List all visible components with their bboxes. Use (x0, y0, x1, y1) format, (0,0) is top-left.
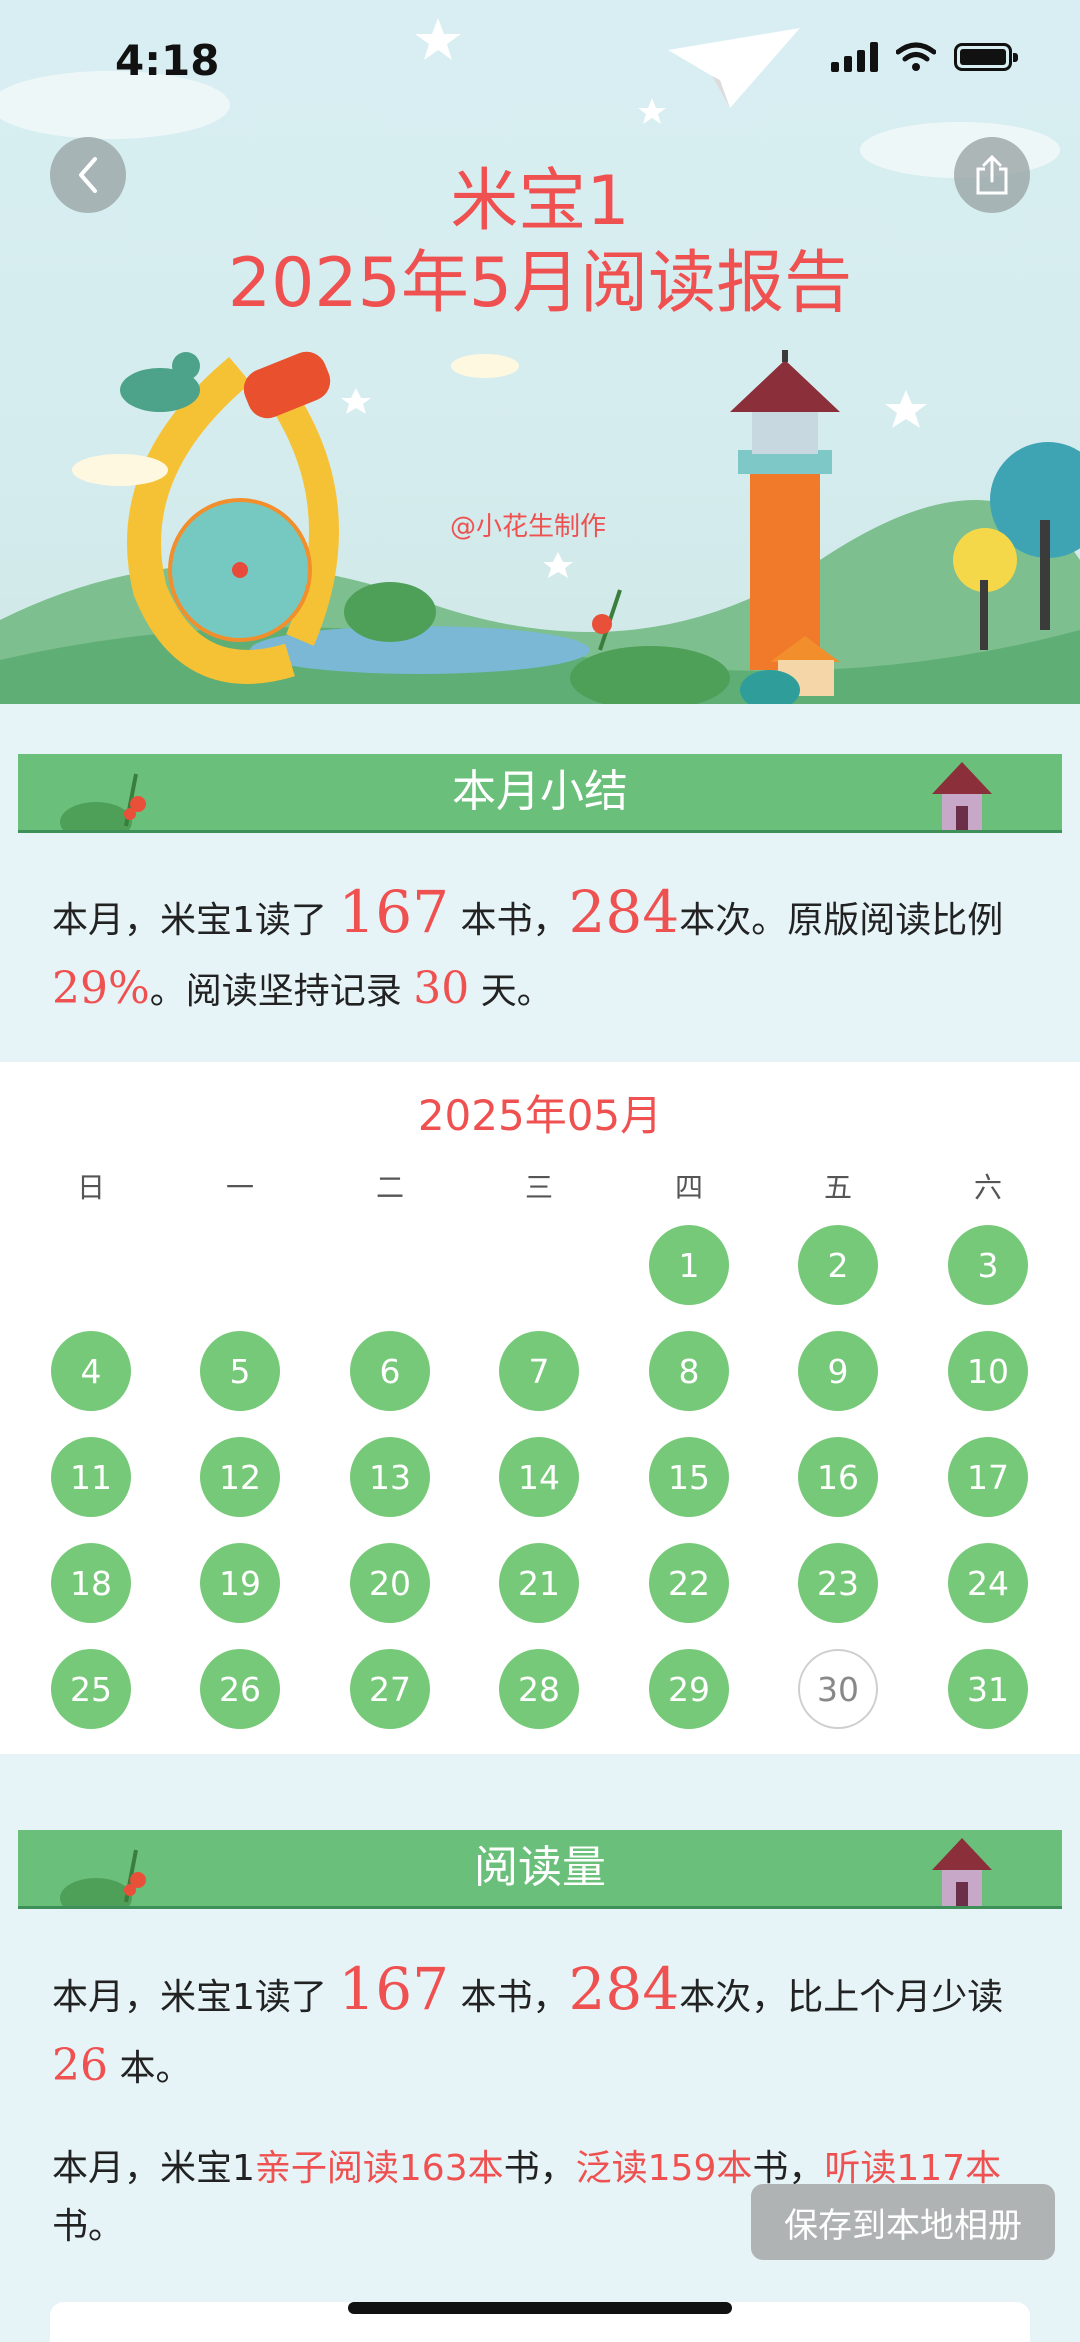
calendar-day[interactable]: 31 (948, 1649, 1028, 1729)
calendar-month-title: 2025年05月 (417, 1091, 663, 1140)
maker-credit: @小花生制作 (450, 512, 607, 542)
report-header-illustration: 4:18 米宝1 2025年5月阅读报告 @小花生制作 (0, 0, 1080, 704)
reading-volume-banner: 阅读量 (18, 1830, 1062, 1909)
calendar-day[interactable]: 6 (350, 1331, 430, 1411)
summary-books-count: 167 (338, 878, 450, 946)
tower-decoration-icon (932, 762, 992, 830)
tower-decoration-icon (932, 1838, 992, 1906)
calendar-day[interactable]: 12 (200, 1437, 280, 1517)
summary-text: 本月，米宝1读了 (52, 900, 339, 941)
weekday-label: 日 (76, 1171, 105, 1204)
summary-section-banner: 本月小结 (18, 754, 1062, 833)
calendar-day[interactable]: 7 (499, 1331, 579, 1411)
summary-heading: 本月小结 (452, 766, 628, 817)
fewer-books-count: 26 (52, 2040, 108, 2091)
summary-paragraph: 本月，米宝1读了 167 本书，284本次。原版阅读比例 29%。阅读坚持记录 3… (52, 878, 1032, 1026)
reading-text: 本书， (449, 1977, 569, 2018)
reading-text: 书。 (52, 2206, 125, 2247)
extensive-reading: 泛读159本 (575, 2148, 753, 2189)
calendar-day[interactable]: 20 (350, 1543, 430, 1623)
signal-icon (831, 42, 878, 72)
calendar-day[interactable]: 5 (200, 1331, 280, 1411)
calendar-day[interactable]: 26 (200, 1649, 280, 1729)
calendar-day[interactable]: 17 (948, 1437, 1028, 1517)
weekday-label: 二 (375, 1171, 404, 1204)
calendar-day[interactable]: 15 (649, 1437, 729, 1517)
header-illustration-art (0, 18, 1080, 704)
report-title-name: 米宝1 (450, 162, 630, 241)
calendar-day[interactable]: 27 (350, 1649, 430, 1729)
summary-text: 。阅读坚持记录 (149, 971, 414, 1012)
calendar-day[interactable]: 14 (499, 1437, 579, 1517)
calendar-day[interactable]: 19 (200, 1543, 280, 1623)
weekday-label: 五 (823, 1171, 852, 1204)
summary-text: 天。 (469, 971, 553, 1012)
reading-text: 本月，米宝1 (52, 2148, 255, 2189)
reading-text: 本次，比上个月少读 (679, 1977, 1004, 2018)
calendar-day[interactable]: 10 (948, 1331, 1028, 1411)
weekday-label: 一 (225, 1171, 254, 1204)
reading-text: 本月，米宝1读了 (52, 1977, 339, 2018)
calendar-day[interactable]: 21 (499, 1543, 579, 1623)
weekday-label: 三 (524, 1171, 553, 1204)
weekday-label: 六 (973, 1171, 1002, 1204)
summary-text: 本书， (449, 900, 569, 941)
calendar-day[interactable]: 11 (51, 1437, 131, 1517)
calendar-day[interactable]: 4 (51, 1331, 131, 1411)
original-ratio: 29% (52, 963, 150, 1014)
listen-reading: 听读117本 (824, 2148, 1002, 2189)
reading-text: 本。 (108, 2048, 192, 2089)
reading-volume-paragraph: 本月，米宝1读了 167 本书，284本次，比上个月少读 26 本。 (52, 1955, 1032, 2103)
reading-volume-heading: 阅读量 (474, 1842, 606, 1893)
home-indicator (348, 2302, 732, 2314)
summary-text: 本次。原版阅读比例 (679, 900, 1004, 941)
calendar-day[interactable]: 22 (649, 1543, 729, 1623)
calendar-day[interactable]: 16 (798, 1437, 878, 1517)
calendar-day[interactable]: 9 (798, 1331, 878, 1411)
calendar-day[interactable]: 24 (948, 1543, 1028, 1623)
reading-times-count: 284 (568, 1955, 680, 2023)
battery-icon (954, 43, 1018, 71)
calendar-day[interactable]: 25 (51, 1649, 131, 1729)
reading-books-count: 167 (338, 1955, 450, 2023)
wifi-icon (896, 42, 936, 71)
report-title-period: 2025年5月阅读报告 (227, 244, 853, 323)
status-time: 4:18 (115, 36, 220, 85)
calendar-day[interactable]: 3 (948, 1225, 1028, 1305)
calendar-day[interactable]: 2 (798, 1225, 878, 1305)
calendar-day[interactable]: 28 (499, 1649, 579, 1729)
calendar-day[interactable]: 18 (51, 1543, 131, 1623)
weekday-label: 四 (674, 1171, 703, 1204)
reading-text: 书， (503, 2148, 576, 2189)
status-icons (831, 42, 1018, 72)
save-to-album-button[interactable]: 保存到本地相册 (751, 2184, 1055, 2260)
calendar-day[interactable]: 30 (798, 1649, 878, 1729)
calendar-day[interactable]: 29 (649, 1649, 729, 1729)
calendar-day[interactable]: 23 (798, 1543, 878, 1623)
reading-calendar: 2025年05月 日一二三四五六 1 2 3 4 5 6 7 8 9 10 11 12 13 14 15 16… (0, 1062, 1080, 1754)
streak-days: 30 (413, 963, 470, 1014)
calendar-day[interactable]: 8 (649, 1331, 729, 1411)
parent-child-reading: 亲子阅读163本 (254, 2148, 504, 2189)
reading-text: 书， (752, 2148, 825, 2189)
summary-times-count: 284 (568, 878, 680, 946)
calendar-day[interactable]: 13 (350, 1437, 430, 1517)
calendar-day[interactable]: 1 (649, 1225, 729, 1305)
